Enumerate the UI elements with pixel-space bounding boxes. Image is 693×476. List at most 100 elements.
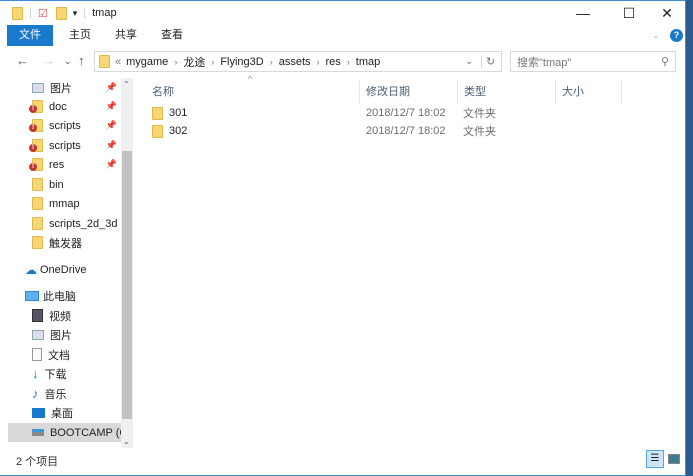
label: OneDrive <box>40 263 87 276</box>
warning-icon: ! <box>29 163 37 171</box>
pin-icon[interactable]: 📌 <box>106 101 117 112</box>
minimize-button[interactable]: — <box>560 1 606 25</box>
sidebar-item[interactable]: 图片 📌 <box>32 78 121 97</box>
folder-icon <box>99 55 110 68</box>
folder-icon <box>32 178 43 191</box>
folder-icon <box>32 236 43 249</box>
pin-icon[interactable]: 📌 <box>106 140 117 151</box>
cloud-icon: ☁ <box>25 262 37 277</box>
column-header-type[interactable]: 类型 <box>458 81 556 103</box>
sidebar-item[interactable]: ♪ 音乐 <box>32 384 121 403</box>
label: 触发器 <box>49 237 82 250</box>
computer-icon <box>25 290 39 301</box>
label: 音乐 <box>44 388 67 401</box>
file-type: 文件夹 <box>463 108 496 120</box>
sidebar-item[interactable]: ! res 📌 <box>29 155 121 174</box>
file-row[interactable]: 301 2018/12/7 18:02 文件夹 <box>152 104 512 122</box>
column-header-date[interactable]: 修改日期 <box>360 81 458 103</box>
breadcrumb-res[interactable]: res <box>326 56 341 68</box>
sidebar-item[interactable]: scripts_2d_3d <box>32 214 121 233</box>
sidebar-item[interactable]: 文档 <box>32 345 121 364</box>
file-date: 2018/12/7 18:02 <box>366 125 446 137</box>
folder-icon <box>152 124 163 138</box>
download-icon: ↓ <box>32 366 39 381</box>
warning-icon: ! <box>29 144 37 152</box>
sidebar-item[interactable]: 触发器 <box>32 233 121 252</box>
breadcrumb-flying3d[interactable]: Flying3D <box>220 56 263 68</box>
forward-button[interactable]: → <box>42 53 55 68</box>
folder-icon <box>152 106 163 120</box>
properties-icon[interactable]: ☑ <box>38 7 48 20</box>
label: 视频 <box>49 310 71 323</box>
label: 下载 <box>44 368 67 381</box>
label: 图片 <box>50 329 72 342</box>
breadcrumb-tmap[interactable]: tmap <box>356 56 380 68</box>
sidebar-item[interactable]: ! scripts 📌 <box>29 136 121 155</box>
scrollbar-thumb[interactable] <box>122 151 132 419</box>
search-input[interactable]: 搜索"tmap" ⚲ <box>510 51 676 72</box>
window-title: tmap <box>92 7 117 19</box>
document-icon <box>32 348 42 361</box>
label: 文档 <box>48 349 70 362</box>
sidebar-item-onedrive[interactable]: ☁ OneDrive <box>25 260 114 279</box>
file-row[interactable]: 302 2018/12/7 18:02 文件夹 <box>152 122 512 140</box>
address-bar[interactable]: « mygame › 龙途 › Flying3D › assets › res › tma… <box>94 51 502 72</box>
pin-icon[interactable]: 📌 <box>106 120 117 131</box>
sidebar-item[interactable]: 图片 <box>32 325 121 344</box>
sidebar-item[interactable]: 视频 <box>32 306 121 325</box>
sidebar-item[interactable]: ! doc 📌 <box>29 97 121 116</box>
pictures-icon <box>32 329 44 340</box>
up-button[interactable]: ↑ <box>78 53 85 68</box>
breadcrumb-longtu[interactable]: 龙途 <box>183 54 205 70</box>
new-folder-icon[interactable] <box>55 6 67 20</box>
search-icon: ⚲ <box>660 56 669 68</box>
scroll-up-icon[interactable]: ⌃ <box>123 80 130 89</box>
pin-icon[interactable]: 📌 <box>106 159 117 170</box>
details-view-button[interactable]: ☰ <box>646 450 664 468</box>
address-dropdown-icon[interactable]: ⌄ <box>465 56 473 67</box>
sidebar-item[interactable]: mmap <box>32 194 121 213</box>
tab-view[interactable]: 查看 <box>149 25 195 46</box>
label: doc <box>49 100 67 113</box>
navigation-bar: ← → ⌄ ↑ « mygame › 龙途 › Flying3D › assets › … <box>0 50 685 74</box>
sidebar-item-this-pc[interactable]: 此电脑 <box>25 286 114 305</box>
tab-share[interactable]: 共享 <box>103 25 149 46</box>
tab-home[interactable]: 主页 <box>57 25 103 46</box>
music-icon: ♪ <box>32 386 39 401</box>
sidebar-item[interactable]: bin <box>32 175 121 194</box>
sidebar-item[interactable]: 桌面 <box>32 403 121 422</box>
warning-icon: ! <box>29 124 37 132</box>
status-item-count: 2 个项目 <box>16 456 59 468</box>
recent-dropdown[interactable]: ⌄ <box>64 56 72 67</box>
expand-ribbon-icon[interactable]: ⌄ <box>652 30 660 41</box>
label: 此电脑 <box>43 290 76 303</box>
breadcrumb-mygame[interactable]: mygame <box>126 56 168 68</box>
customize-toolbar-icon[interactable]: ▾ <box>73 8 78 19</box>
label: res <box>49 158 65 171</box>
folder-icon <box>32 217 43 230</box>
file-date: 2018/12/7 18:02 <box>366 107 446 119</box>
scroll-down-icon[interactable]: ⌄ <box>123 437 130 446</box>
ribbon-tabs: 文件 主页 共享 查看 ⌄ ? <box>0 25 685 46</box>
breadcrumb-assets[interactable]: assets <box>279 56 311 68</box>
back-button[interactable]: ← <box>16 53 29 68</box>
folder-icon <box>12 6 23 20</box>
refresh-icon[interactable]: ↻ <box>481 55 495 68</box>
overflow-chevron[interactable]: « <box>115 56 121 68</box>
tab-file[interactable]: 文件 <box>7 25 53 46</box>
column-header-name[interactable]: 名称 <box>146 81 360 103</box>
help-icon[interactable]: ? <box>670 29 683 42</box>
large-icons-view-button[interactable] <box>668 454 680 464</box>
column-header-size[interactable]: 大小 <box>556 81 622 103</box>
label: scripts <box>49 119 81 132</box>
label: bin <box>49 178 64 191</box>
label: scripts <box>49 139 81 152</box>
pictures-icon <box>32 82 44 93</box>
sidebar-scrollbar[interactable]: ⌃ ⌄ <box>121 78 133 448</box>
pin-icon[interactable]: 📌 <box>106 82 117 93</box>
label: scripts_2d_3d <box>49 217 118 230</box>
sidebar-item[interactable]: ↓ 下载 <box>32 364 121 383</box>
close-button[interactable]: ✕ <box>644 1 690 25</box>
sidebar-item[interactable]: ! scripts 📌 <box>29 116 121 135</box>
sidebar-item-bootcamp[interactable]: BOOTCAMP (C <box>8 423 121 442</box>
